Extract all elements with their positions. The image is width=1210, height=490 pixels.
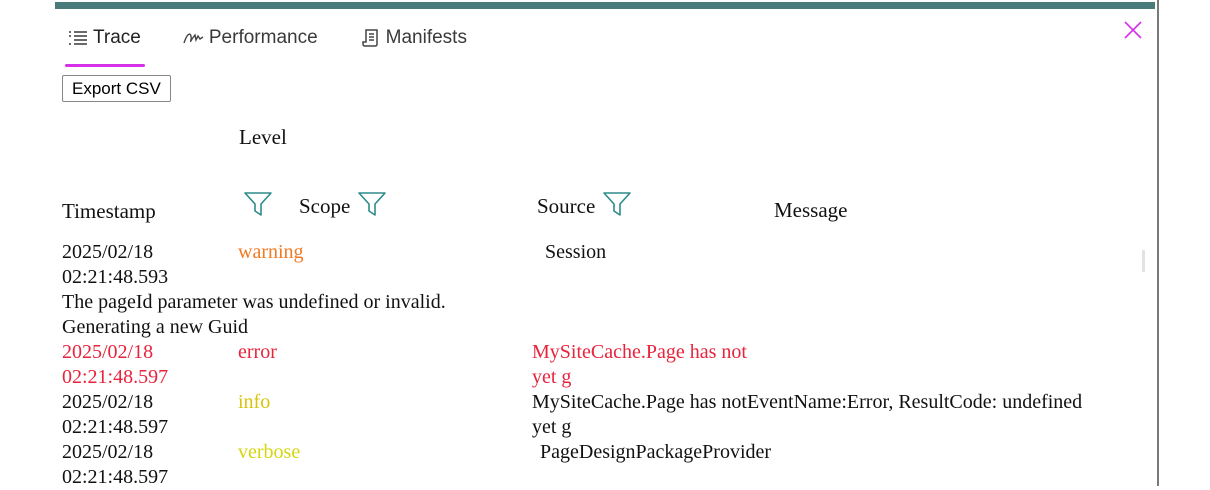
row-message: The pageId parameter was undefined or in… (62, 291, 446, 313)
export-csv-button[interactable]: Export CSV (62, 75, 171, 102)
row-timestamp-time: 02:21:48.593 (62, 266, 169, 288)
tab-performance-label: Performance (208, 27, 318, 48)
column-header-timestamp: Timestamp (62, 199, 156, 223)
tab-manifests[interactable]: Manifests (358, 24, 469, 52)
column-header-scope: Scope (299, 194, 351, 218)
row-message-continued: Generating a new Guid (62, 316, 249, 338)
column-header-source: Source (537, 194, 596, 218)
row-source: PageDesignPackageProvider (540, 441, 772, 463)
row-level: verbose (238, 441, 301, 463)
column-header-message: Message (774, 198, 848, 222)
row-timestamp-date: 2025/02/18 (62, 391, 154, 413)
list-icon (67, 28, 89, 48)
tab-trace[interactable]: Trace (65, 24, 145, 67)
row-timestamp-date: 2025/02/18 (62, 341, 154, 363)
trace-panel: Trace Performance Manifests Export CSV L… (55, 0, 1159, 488)
column-header-level: Level (239, 125, 287, 149)
row-level: info (238, 391, 271, 413)
scroll-indicator[interactable] (1142, 250, 1145, 272)
tab-performance[interactable]: Performance (181, 24, 320, 52)
row-timestamp-time: 02:21:48.597 (62, 416, 169, 438)
row-source-continued: yet g (532, 366, 572, 388)
level-filter-icon[interactable] (243, 190, 273, 218)
row-level: error (238, 341, 277, 363)
tab-trace-label: Trace (93, 27, 141, 48)
row-source-continued: yet g (532, 416, 572, 438)
row-source: Session (545, 241, 607, 263)
tab-bar: Trace Performance Manifests (65, 24, 507, 70)
tab-manifests-label: Manifests (385, 27, 467, 48)
source-filter-icon[interactable] (602, 190, 632, 218)
document-icon (360, 28, 382, 48)
row-source: MySiteCache.Page has not (532, 341, 747, 363)
row-timestamp-time: 02:21:48.597 (62, 466, 169, 488)
scope-filter-icon[interactable] (357, 190, 387, 218)
row-timestamp-time: 02:21:48.597 (62, 366, 169, 388)
row-level: warning (238, 241, 304, 263)
row-timestamp-date: 2025/02/18 (62, 241, 154, 263)
row-timestamp-date: 2025/02/18 (62, 441, 154, 463)
signature-icon (183, 28, 205, 48)
panel-top-border (55, 2, 1155, 9)
close-icon[interactable] (1123, 20, 1143, 40)
row-source: MySiteCache.Page has notEventName:Error,… (532, 391, 1083, 413)
